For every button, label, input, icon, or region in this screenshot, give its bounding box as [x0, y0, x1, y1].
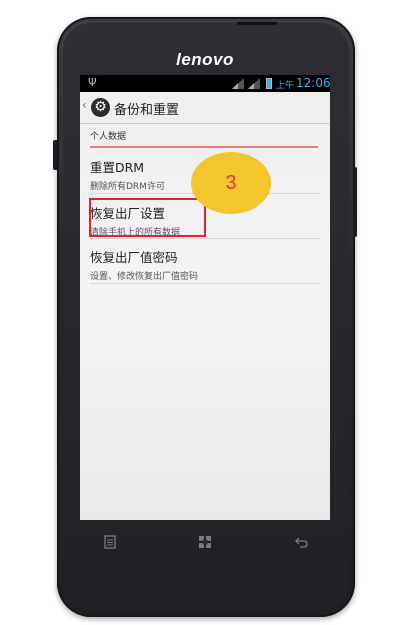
- status-ampm: 上午: [276, 81, 295, 91]
- screen: Ψ 上午 12:06 ‹ ⚙ 备份和重置 个人数据 重置DRM 删除所有DRM许…: [80, 75, 330, 520]
- item-subtitle: 设置、修改恢复出厂值密码: [90, 272, 199, 282]
- status-clock: 12:06: [296, 76, 330, 90]
- page-title: 备份和重置: [114, 103, 180, 118]
- step-badge: 3: [191, 152, 271, 214]
- volume-key[interactable]: [353, 167, 357, 237]
- earpiece: [237, 22, 277, 25]
- divider: [90, 238, 320, 239]
- back-icon[interactable]: [290, 534, 312, 556]
- power-key[interactable]: [53, 140, 57, 170]
- section-header: 个人数据: [90, 128, 318, 148]
- menu-icon[interactable]: [99, 534, 121, 556]
- battery-icon: [266, 78, 272, 89]
- list-item-reset-password[interactable]: 恢复出厂值密码 设置、修改恢复出厂值密码: [90, 247, 320, 282]
- divider: [90, 283, 320, 284]
- signal-1-icon: [232, 78, 244, 89]
- item-title: 恢复出厂值密码: [90, 250, 178, 265]
- chevron-left-icon[interactable]: ‹: [82, 98, 87, 112]
- home-icon[interactable]: [194, 534, 216, 556]
- highlight-box: [89, 198, 206, 237]
- signal-2-icon: [248, 78, 260, 89]
- brand-logo: lenovo: [176, 50, 234, 69]
- usb-icon: Ψ: [88, 76, 97, 89]
- gear-icon[interactable]: ⚙: [91, 98, 110, 117]
- action-bar: ‹ ⚙ 备份和重置: [80, 92, 330, 124]
- status-bar: Ψ 上午 12:06: [80, 75, 330, 92]
